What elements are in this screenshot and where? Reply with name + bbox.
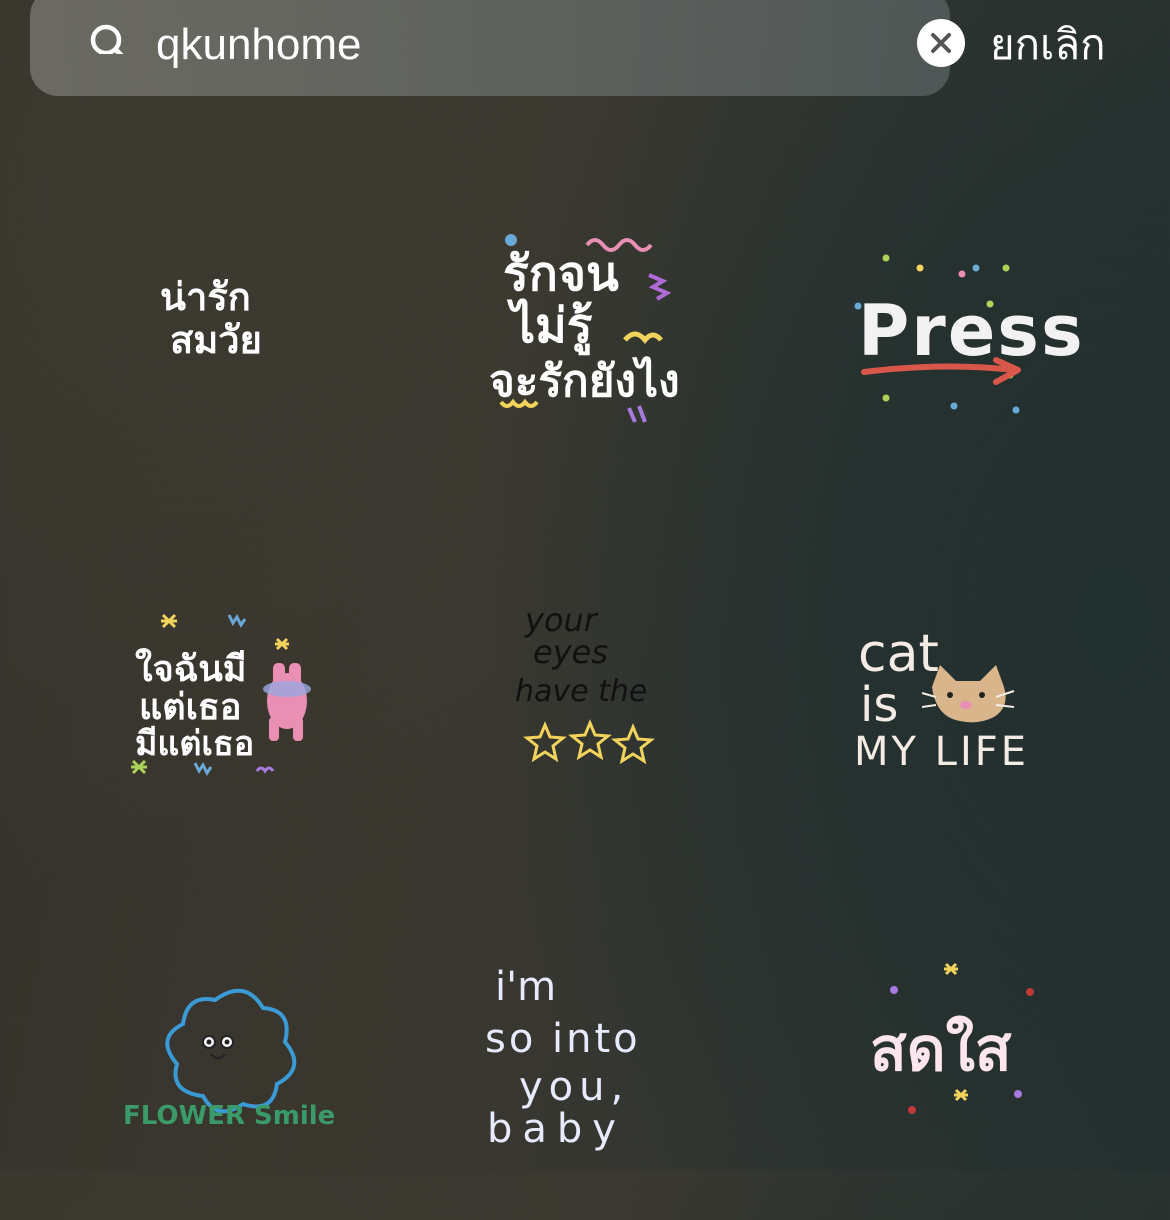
star-decor [161, 613, 177, 629]
sticker-text: have the [515, 674, 647, 709]
sticker-cat-is-my-life[interactable]: cat is MY LIFE [800, 545, 1100, 845]
star-decor [944, 962, 958, 976]
sticker-text: Press [858, 290, 1085, 372]
sticker-text: you, [519, 1064, 629, 1110]
star-icon [523, 721, 567, 763]
sticker-text: น่ารัก [160, 275, 251, 319]
flower-icon [165, 988, 297, 1114]
sticker-text: สมวัย [170, 318, 262, 362]
star-icon [611, 723, 655, 765]
sticker-text: แต่เธอ [139, 687, 241, 728]
sticker-only-you-thai[interactable]: ใจฉันมี แต่เธอ มีแต่เธอ [65, 545, 365, 845]
sticker-text: ไม่รู้ [506, 297, 593, 356]
search-icon [90, 24, 124, 54]
star-icon [568, 719, 612, 761]
clear-search-button[interactable] [917, 19, 965, 67]
sticker-text: i'm [495, 964, 556, 1010]
sticker-text: ใจฉันมี [135, 647, 247, 690]
close-icon [931, 33, 951, 53]
sticker-text: มีแต่เธอ [135, 724, 254, 764]
sticker-text: eyes [533, 633, 608, 671]
sticker-love-thai[interactable]: รักจน ไม่รู้ จะรักยังไง [435, 170, 735, 470]
llama-icon [263, 663, 311, 741]
sticker-text: is [860, 677, 898, 733]
sticker-your-eyes[interactable]: your eyes have the [435, 545, 735, 845]
search-input[interactable] [156, 16, 896, 74]
star-decor [275, 637, 289, 651]
decor-purple [627, 405, 647, 423]
sticker-text: MY LIFE [854, 729, 1029, 775]
sticker-cute-thai[interactable]: น่ารัก สมวัย [65, 170, 365, 470]
sticker-text: cat [858, 624, 939, 684]
sticker-press[interactable]: Press [800, 170, 1100, 470]
sticker-text: รักจน [503, 246, 619, 302]
sticker-text: จะรักยังไง [489, 355, 680, 407]
search-bar[interactable] [30, 0, 965, 96]
decor-yellow [623, 331, 663, 344]
decor-zigzag [648, 273, 672, 301]
sticker-text: สดใส [870, 1015, 1012, 1085]
sticker-so-into-you[interactable]: i'm so into you, baby [435, 920, 735, 1220]
cancel-button[interactable]: ยกเลิก [990, 18, 1106, 72]
star-decor [954, 1088, 968, 1102]
decor-dot [505, 234, 517, 246]
sticker-text: so into [485, 1016, 641, 1062]
sticker-bright-thai[interactable]: สดใส [800, 920, 1100, 1220]
sticker-text: baby [487, 1106, 626, 1152]
sticker-flower-smile[interactable]: FLOWER Smile [65, 920, 365, 1220]
sticker-text: FLOWER Smile [123, 1101, 335, 1131]
